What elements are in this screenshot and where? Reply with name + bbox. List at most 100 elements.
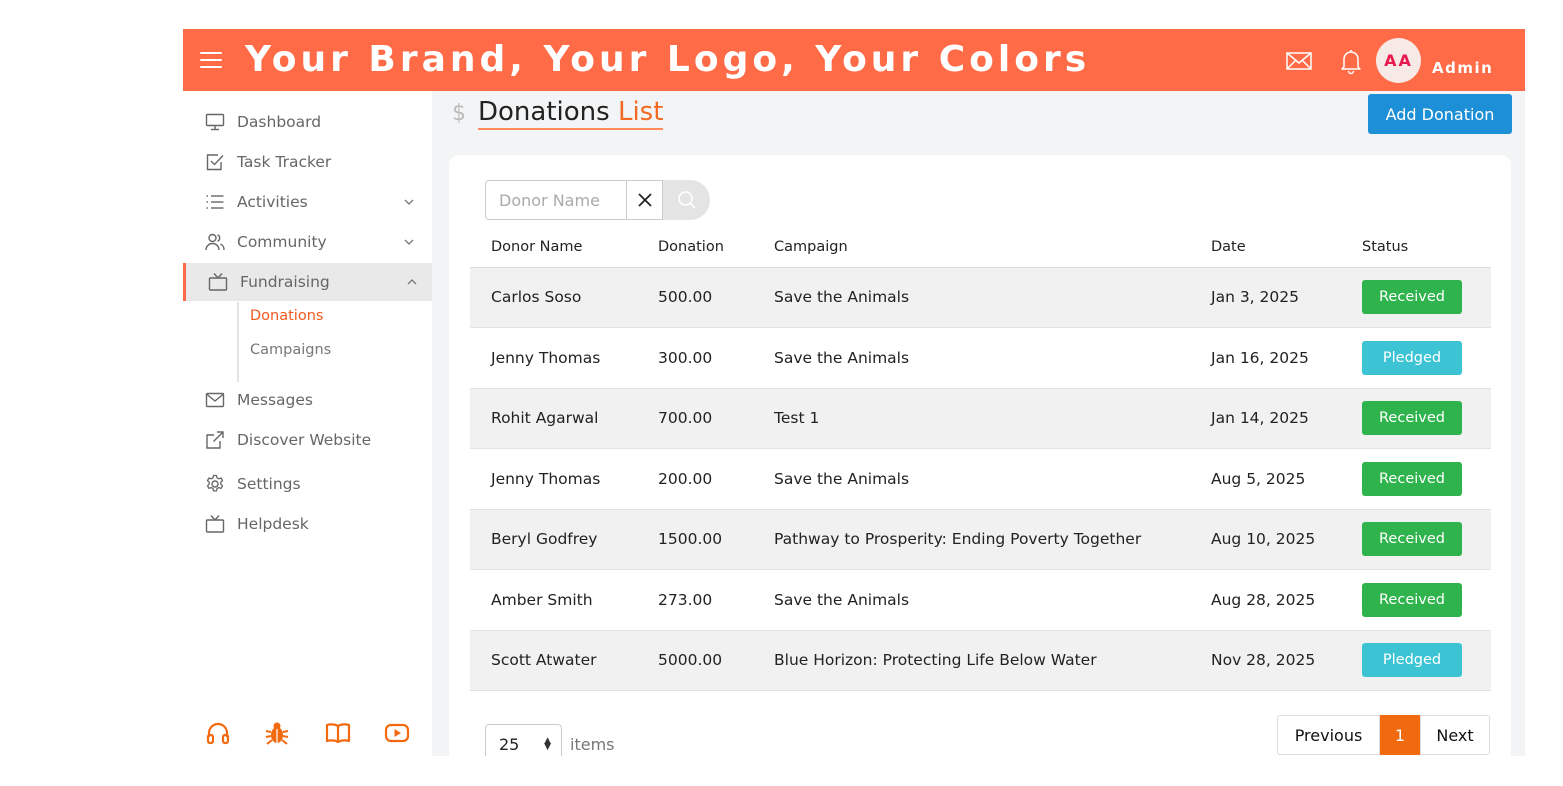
sidebar-item-label: Discover Website	[237, 431, 372, 449]
status-badge: Received	[1362, 401, 1462, 436]
date-cell: Jan 3, 2025	[1190, 267, 1341, 328]
sidebar-item-discover-website[interactable]: Discover Website	[183, 421, 432, 459]
campaign-cell: Save the Animals	[753, 267, 1190, 328]
table-row[interactable]: Jenny Thomas 200.00 Save the Animals Aug…	[470, 448, 1491, 510]
sidebar: Dashboard Task Tracker Activities Commun…	[183, 91, 432, 756]
headphones-icon[interactable]	[205, 720, 231, 746]
status-cell: Received	[1341, 509, 1491, 570]
sidebar-item-settings[interactable]: Settings	[183, 465, 432, 503]
tv-icon	[205, 515, 225, 533]
search-bar	[485, 180, 710, 220]
sidebar-item-label: Messages	[237, 391, 314, 409]
sidebar-item-helpdesk[interactable]: Helpdesk	[183, 505, 432, 543]
table-row[interactable]: Jenny Thomas 300.00 Save the Animals Jan…	[470, 327, 1491, 389]
date-cell: Aug 5, 2025	[1190, 448, 1341, 510]
date-cell: Nov 28, 2025	[1190, 630, 1341, 691]
table-row[interactable]: Scott Atwater 5000.00 Blue Horizon: Prot…	[470, 630, 1491, 691]
external-link-icon	[206, 431, 224, 449]
donor-name-cell: Amber Smith	[470, 569, 637, 631]
donor-name-cell: Jenny Thomas	[470, 448, 637, 510]
table-row[interactable]: Beryl Godfrey 1500.00 Pathway to Prosper…	[470, 509, 1491, 570]
page-number-button[interactable]: 1	[1380, 715, 1420, 755]
bell-icon[interactable]	[1337, 47, 1365, 75]
table-row[interactable]: Carlos Soso 500.00 Save the Animals Jan …	[470, 267, 1491, 328]
monitor-icon	[205, 113, 225, 131]
close-icon	[637, 193, 652, 207]
sort-caret-icon: ▲ ▼	[544, 736, 551, 752]
chevron-down-icon	[404, 239, 414, 245]
column-header-donation[interactable]: Donation	[637, 227, 753, 268]
status-badge: Received	[1362, 461, 1462, 496]
column-header-date[interactable]: Date	[1190, 227, 1341, 268]
search-icon	[677, 191, 696, 209]
page-header: $ Donations List	[452, 97, 664, 130]
items-per-page-select[interactable]: 25 ▲ ▼	[485, 724, 562, 756]
users-icon	[205, 233, 225, 251]
campaign-cell: Blue Horizon: Protecting Life Below Wate…	[753, 630, 1190, 691]
book-icon[interactable]	[325, 720, 351, 746]
status-badge: Received	[1362, 280, 1462, 315]
add-donation-button[interactable]: Add Donation	[1368, 94, 1512, 134]
page-title-main: Donations	[478, 97, 610, 127]
donation-cell: 200.00	[637, 448, 753, 510]
status-cell: Received	[1341, 569, 1491, 631]
sidebar-item-messages[interactable]: Messages	[183, 381, 432, 419]
donation-cell: 500.00	[637, 267, 753, 328]
sidebar-item-fundraising[interactable]: Fundraising	[183, 263, 432, 301]
donation-cell: 1500.00	[637, 509, 753, 570]
status-cell: Received	[1341, 448, 1491, 510]
items-per-page-value: 25	[499, 734, 520, 754]
mail-icon	[205, 392, 225, 408]
campaign-cell: Pathway to Prosperity: Ending Poverty To…	[753, 509, 1190, 570]
search-button[interactable]	[663, 180, 710, 220]
status-badge: Received	[1362, 522, 1462, 557]
table-header-row: Donor Name Donation Campaign Date Status	[470, 227, 1491, 268]
sidebar-item-label: Activities	[237, 193, 308, 211]
table-row[interactable]: Amber Smith 273.00 Save the Animals Aug …	[470, 569, 1491, 631]
next-page-button[interactable]: Next	[1420, 715, 1490, 755]
column-header-status[interactable]: Status	[1341, 227, 1491, 268]
date-cell: Jan 16, 2025	[1190, 327, 1341, 389]
column-header-campaign[interactable]: Campaign	[753, 227, 1190, 268]
sidebar-item-dashboard[interactable]: Dashboard	[183, 103, 432, 141]
donation-cell: 700.00	[637, 388, 753, 449]
column-header-donor-name[interactable]: Donor Name	[470, 227, 637, 268]
sidebar-subitem-campaigns[interactable]: Campaigns	[250, 342, 331, 358]
previous-page-button[interactable]: Previous	[1277, 715, 1380, 755]
sidebar-item-label: Helpdesk	[237, 515, 309, 533]
sidebar-item-activities[interactable]: Activities	[183, 183, 432, 221]
youtube-icon[interactable]	[384, 720, 410, 746]
donor-name-search-input[interactable]	[485, 180, 626, 220]
bug-icon[interactable]	[264, 720, 290, 746]
date-cell: Jan 14, 2025	[1190, 388, 1341, 449]
brand-title: Your Brand, Your Logo, Your Colors	[245, 39, 1091, 80]
sidebar-item-community[interactable]: Community	[183, 223, 432, 261]
status-cell: Received	[1341, 267, 1491, 328]
page-title-accent: List	[617, 97, 664, 127]
list-icon	[206, 195, 224, 209]
sidebar-item-label: Task Tracker	[237, 153, 332, 171]
sidebar-item-label: Settings	[237, 475, 301, 493]
sidebar-item-label: Dashboard	[237, 113, 322, 131]
status-cell: Pledged	[1341, 630, 1491, 691]
sidebar-item-task-tracker[interactable]: Task Tracker	[183, 143, 432, 181]
sidebar-subitem-donations[interactable]: Donations	[250, 308, 323, 324]
table-row[interactable]: Rohit Agarwal 700.00 Test 1 Jan 14, 2025…	[470, 388, 1491, 449]
checkbox-icon	[206, 154, 224, 171]
donation-cell: 273.00	[637, 569, 753, 631]
user-name[interactable]: Admin	[1432, 59, 1493, 77]
avatar[interactable]: AA	[1376, 38, 1421, 83]
chevron-down-icon	[404, 199, 414, 205]
date-cell: Aug 10, 2025	[1190, 509, 1341, 570]
page-title: Donations List	[478, 97, 664, 130]
clear-search-button[interactable]	[626, 180, 663, 220]
menu-toggle-icon[interactable]	[200, 52, 222, 70]
mail-icon[interactable]	[1285, 47, 1313, 75]
donor-name-cell: Rohit Agarwal	[470, 388, 637, 449]
sidebar-item-label: Community	[237, 233, 327, 251]
donations-table: Donor Name Donation Campaign Date Status…	[470, 227, 1491, 691]
sidebar-item-label: Fundraising	[240, 273, 330, 291]
campaign-cell: Save the Animals	[753, 569, 1190, 631]
donor-name-cell: Scott Atwater	[470, 630, 637, 691]
pagination: Previous 1 Next	[1277, 715, 1490, 755]
